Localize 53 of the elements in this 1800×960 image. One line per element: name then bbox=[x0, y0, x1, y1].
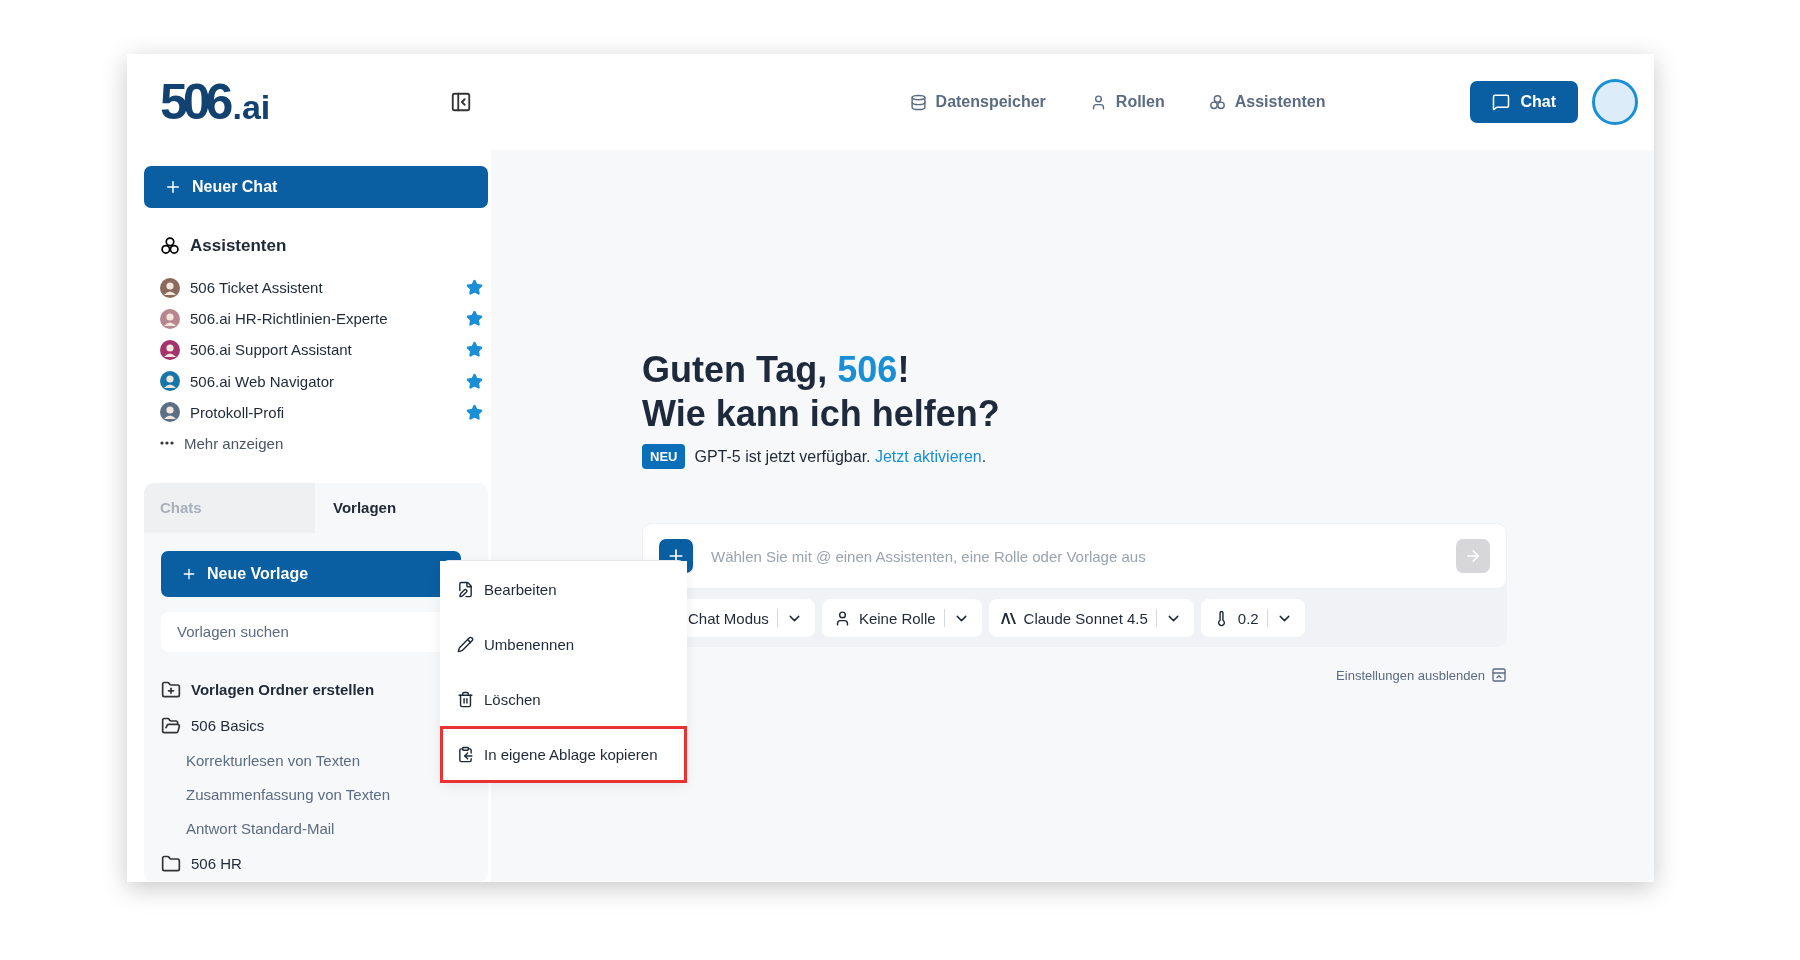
menu-item[interactable]: Umbenennen bbox=[440, 616, 687, 673]
chat-input[interactable]: Wählen Sie mit @ einen Assistenten, eine Rolle oder Vorlage aus bbox=[709, 546, 1440, 566]
star-icon[interactable] bbox=[466, 372, 483, 390]
show-more-link[interactable]: Mehr anzeigen bbox=[184, 434, 284, 452]
nav-link[interactable]: Rollen bbox=[1089, 93, 1165, 111]
user-avatar[interactable] bbox=[1592, 79, 1638, 125]
settings-dropdown[interactable]: 0.2 bbox=[1200, 599, 1305, 637]
new-chat-button[interactable]: Neuer Chat bbox=[144, 166, 488, 209]
template-item[interactable]: Antwort Standard-Mail bbox=[161, 812, 488, 846]
menu-item[interactable]: In eigene Ablage kopieren bbox=[440, 726, 687, 783]
star-icon[interactable] bbox=[466, 310, 483, 328]
folder-name[interactable]: 506 HR bbox=[191, 855, 242, 873]
chat-button[interactable]: Chat bbox=[1470, 81, 1578, 123]
new-template-button[interactable]: Neue Vorlage bbox=[161, 551, 461, 597]
assistant-name[interactable]: 506.ai Web Navigator bbox=[190, 372, 456, 390]
star-icon[interactable] bbox=[466, 341, 483, 359]
collapse-sidebar-button[interactable] bbox=[450, 91, 473, 113]
trash-icon bbox=[457, 691, 474, 708]
settings-dropdown[interactable]: Claude Sonnet 4.5 bbox=[988, 599, 1194, 637]
create-folder-link[interactable]: Vorlagen Ordner erstellen bbox=[191, 681, 375, 699]
logo: 506.ai bbox=[160, 73, 271, 131]
greeting-title: Guten Tag, 506! Wie kann ich helfen? bbox=[642, 348, 1001, 436]
section-title: Assistenten bbox=[190, 236, 287, 257]
panel-collapse-icon bbox=[1491, 667, 1507, 683]
hide-settings-button[interactable]: Einstellungen ausblenden bbox=[1336, 667, 1507, 683]
arrow-right-icon bbox=[1464, 547, 1482, 565]
pencil-icon bbox=[457, 636, 474, 653]
notice-text: GPT-5 ist jetzt verfügbar. Jetzt aktivieren. bbox=[694, 447, 987, 466]
assistants-icon bbox=[160, 236, 180, 257]
model-logo-icon bbox=[1000, 612, 1016, 624]
chat-icon bbox=[1492, 93, 1511, 111]
assistant-name[interactable]: 506 Ticket Assistent bbox=[190, 279, 456, 297]
assistants-icon bbox=[1208, 93, 1226, 111]
edit-icon bbox=[457, 581, 474, 598]
menu-item[interactable]: Bearbeiten bbox=[440, 561, 687, 618]
assistant-name[interactable]: 506.ai Support Assistant bbox=[190, 341, 456, 359]
folder-name[interactable]: 506 Basics bbox=[191, 717, 265, 735]
tab[interactable]: Vorlagen bbox=[315, 483, 488, 533]
assistant-name[interactable]: 506.ai HR-Richtlinien-Experte bbox=[190, 310, 456, 328]
clipboard-icon bbox=[457, 746, 474, 763]
new-badge: NEU bbox=[642, 444, 686, 469]
nav-link[interactable]: Datenspeicher bbox=[909, 93, 1046, 111]
star-icon[interactable] bbox=[466, 279, 483, 297]
menu-item[interactable]: Löschen bbox=[440, 671, 687, 728]
settings-dropdown[interactable]: Keine Rolle bbox=[821, 599, 982, 637]
plus-icon bbox=[181, 566, 197, 582]
sidebar-collapse-icon bbox=[450, 91, 473, 113]
assistant-name[interactable]: Protokoll-Profi bbox=[190, 403, 456, 421]
more-icon bbox=[160, 441, 174, 446]
nav-link[interactable]: Assistenten bbox=[1208, 93, 1326, 111]
database-icon bbox=[909, 93, 927, 111]
folder-plus-icon bbox=[161, 680, 181, 700]
star-icon[interactable] bbox=[466, 403, 483, 421]
